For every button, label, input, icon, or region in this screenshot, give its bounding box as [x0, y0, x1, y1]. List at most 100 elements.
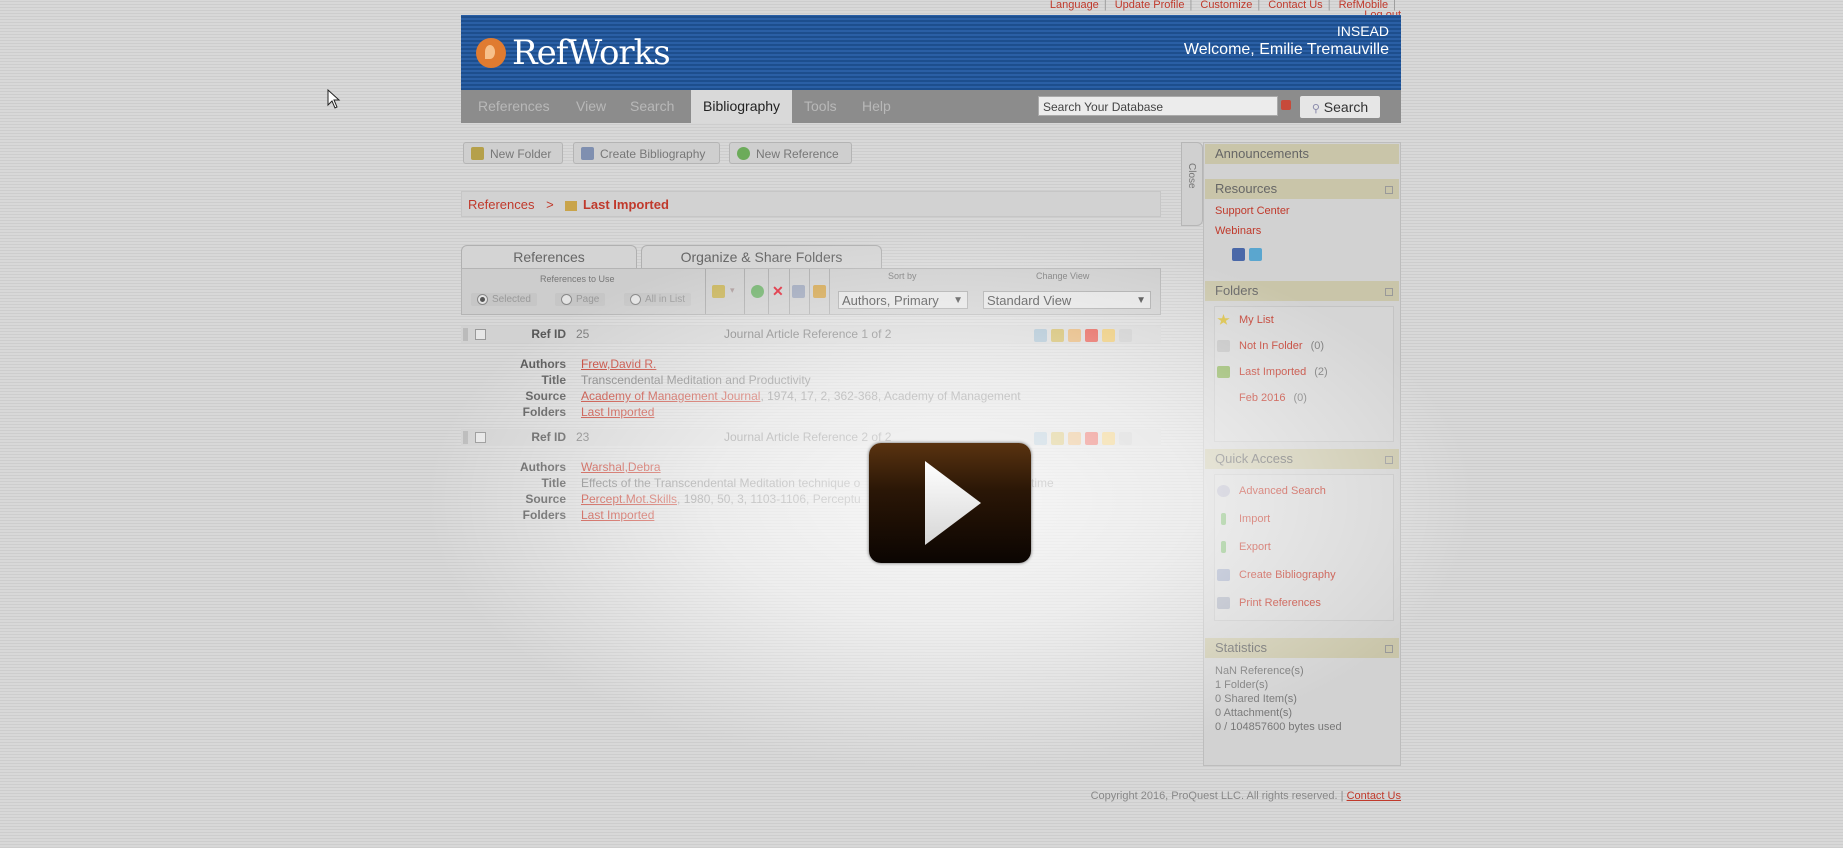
link-contact-us[interactable]: Contact Us — [1268, 0, 1322, 11]
statistics-header[interactable]: Statistics — [1205, 638, 1399, 658]
change-view-select[interactable]: Standard View ▼ — [983, 291, 1151, 309]
nav-tools[interactable]: Tools — [792, 90, 849, 123]
source-details: , 1974, 17, 2, 362-368, Academy of Manag… — [760, 389, 1021, 403]
sort-by-select[interactable]: Authors, Primary ▼ — [838, 291, 968, 309]
nav-view[interactable]: View — [564, 90, 618, 123]
collapse-icon[interactable] — [1385, 456, 1393, 464]
tab-organize-share-folders[interactable]: Organize & Share Folders — [641, 245, 882, 268]
edit-icon[interactable] — [1068, 329, 1081, 342]
folder-item-not-in-folder[interactable]: Not In Folder (0) — [1217, 340, 1324, 352]
source-link[interactable]: Academy of Management Journal — [581, 389, 760, 403]
sidebar-close-tab[interactable]: Close — [1181, 142, 1203, 226]
view-icon[interactable] — [1119, 329, 1132, 342]
link-language[interactable]: Language — [1050, 0, 1099, 11]
folder-count: (0) — [1293, 392, 1307, 404]
quick-advanced-search[interactable]: Advanced Search — [1217, 485, 1326, 497]
stat-attachments: 0 Attachment(s) — [1215, 707, 1293, 719]
ref-id-value: 23 — [576, 430, 590, 444]
folder-item-feb-2016[interactable]: Feb 2016 (0) — [1239, 392, 1307, 404]
folder-add-icon[interactable] — [1051, 329, 1064, 342]
quick-import[interactable]: Import — [1217, 513, 1270, 525]
import-icon — [1221, 513, 1226, 525]
cite-icon[interactable] — [1102, 432, 1115, 445]
webinars-link[interactable]: Webinars — [1215, 225, 1261, 237]
chevron-down-icon[interactable]: ▾ — [730, 285, 735, 296]
search-input[interactable]: Search Your Database — [1038, 96, 1278, 116]
authors-label: Authors — [520, 357, 566, 371]
ref-id-label: Ref ID — [531, 430, 566, 444]
refworks-screen: Language | Update Profile | Customize | Con… — [0, 0, 1843, 848]
tab-references[interactable]: References — [461, 245, 637, 268]
my-list-icon[interactable] — [751, 285, 764, 298]
delete-icon[interactable] — [1085, 329, 1098, 342]
attachment-icon[interactable] — [1034, 432, 1047, 445]
folder-item-my-list[interactable]: My List — [1217, 314, 1274, 326]
refworks-logo[interactable]: RefWorks — [476, 33, 671, 73]
search-icon — [1217, 485, 1230, 497]
quick-label: Create Bibliography — [1239, 569, 1336, 581]
new-folder-button[interactable]: New Folder — [463, 142, 563, 164]
folder-item-last-imported[interactable]: Last Imported (2) — [1217, 366, 1328, 378]
star-icon — [1217, 314, 1230, 325]
footer-contact-link[interactable]: Contact Us — [1347, 790, 1401, 802]
folders-title: Folders — [1215, 283, 1259, 298]
folder-link[interactable]: Last Imported — [581, 405, 654, 419]
link-customize[interactable]: Customize — [1200, 0, 1252, 11]
source-details: , 1980, 50, 3, 1103-1106, Perceptu — [677, 492, 861, 506]
view-icon[interactable] — [1119, 432, 1132, 445]
search-button[interactable]: ⚲ Search — [1300, 96, 1380, 118]
divider — [744, 269, 745, 314]
quick-print-references[interactable]: Print References — [1217, 597, 1321, 609]
sort-by-label: Sort by — [888, 271, 917, 281]
collapse-icon[interactable] — [1385, 288, 1393, 296]
print-icon[interactable] — [792, 285, 805, 298]
nav-references[interactable]: References — [466, 90, 562, 123]
play-button[interactable] — [869, 443, 1031, 563]
create-bibliography-button[interactable]: Create Bibliography — [573, 142, 720, 164]
radio-dot-selected — [477, 294, 488, 305]
add-to-folder-icon[interactable] — [712, 285, 725, 298]
facebook-icon[interactable] — [1232, 248, 1245, 261]
announcements-header[interactable]: Announcements — [1205, 144, 1399, 164]
welcome-message: Welcome, Emilie Tremauville — [1183, 41, 1389, 58]
delete-icon[interactable] — [1085, 432, 1098, 445]
folder-add-icon[interactable] — [1051, 432, 1064, 445]
quick-access-header[interactable]: Quick Access — [1205, 449, 1399, 469]
search-icon: ⚲ — [1311, 103, 1320, 115]
email-icon[interactable] — [813, 285, 826, 298]
resources-header[interactable]: Resources — [1205, 179, 1399, 199]
collapse-icon[interactable] — [1385, 645, 1393, 653]
video-overlay — [0, 0, 1843, 848]
breadcrumb-references[interactable]: References — [468, 197, 534, 212]
source-link[interactable]: Percept.Mot.Skills — [581, 492, 677, 506]
create-bibliography-label: Create Bibliography — [600, 147, 706, 161]
nav-bibliography[interactable]: Bibliography — [691, 90, 793, 123]
statistics-title: Statistics — [1215, 640, 1268, 655]
copyright-text: Copyright 2016, ProQuest LLC. All rights… — [1090, 790, 1344, 802]
twitter-icon[interactable] — [1249, 248, 1262, 261]
support-center-link[interactable]: Support Center — [1215, 205, 1290, 217]
nav-search[interactable]: Search — [618, 90, 686, 123]
attachment-icon[interactable] — [1034, 329, 1047, 342]
new-reference-button[interactable]: New Reference — [729, 142, 852, 164]
quick-export[interactable]: Export — [1217, 541, 1271, 553]
logo-text: RefWorks — [512, 33, 671, 73]
radio-all-in-list[interactable]: All in List — [624, 293, 692, 306]
sidebar: Announcements Resources Support Center W… — [1203, 142, 1401, 766]
cite-icon[interactable] — [1102, 329, 1115, 342]
folder-label: Feb 2016 — [1239, 392, 1286, 404]
author-link[interactable]: Warshal,Debra — [581, 460, 661, 474]
edit-icon[interactable] — [1068, 432, 1081, 445]
radio-page[interactable]: Page — [555, 293, 606, 306]
folder-link[interactable]: Last Imported — [581, 508, 654, 522]
link-update-profile[interactable]: Update Profile — [1115, 0, 1185, 11]
folders-header[interactable]: Folders — [1205, 281, 1399, 301]
author-link[interactable]: Frew,David R. — [581, 357, 656, 371]
chevron-down-icon: ▼ — [953, 295, 963, 306]
radio-selected[interactable]: Selected — [471, 293, 537, 306]
delete-icon[interactable]: ✕ — [772, 284, 785, 298]
clear-search-icon[interactable] — [1281, 100, 1291, 110]
collapse-icon[interactable] — [1385, 186, 1393, 194]
quick-create-bibliography[interactable]: Create Bibliography — [1217, 569, 1336, 581]
nav-help[interactable]: Help — [850, 90, 903, 123]
